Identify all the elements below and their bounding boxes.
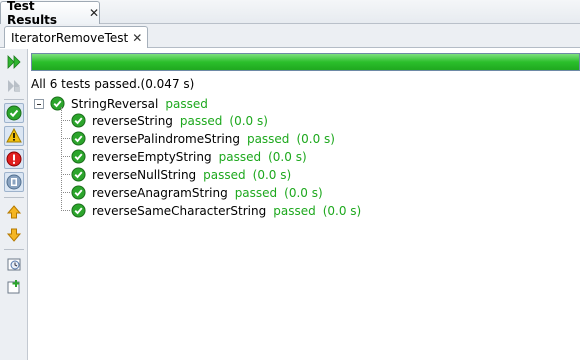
- test-time: (0.0 s): [296, 131, 335, 146]
- summary-text: All 6 tests passed.(0.047 s): [31, 77, 195, 91]
- history-icon[interactable]: [4, 254, 24, 274]
- test-name: reverseString: [92, 113, 173, 128]
- test-status: passed: [246, 131, 290, 146]
- test-name: reverseSameCharacterString: [92, 203, 267, 218]
- progress-fill: [32, 54, 579, 70]
- passed-check-icon: [71, 203, 86, 218]
- passed-check-icon: [71, 167, 86, 182]
- test-time: (0.0 s): [284, 185, 323, 200]
- tree-line: [61, 138, 70, 139]
- rerun-icon[interactable]: [4, 52, 24, 72]
- rerun-failed-icon[interactable]: [4, 76, 24, 96]
- tab-iterator-remove-test[interactable]: IteratorRemoveTest ✕: [4, 26, 148, 48]
- test-status: passed: [218, 149, 262, 164]
- test-status: passed: [203, 167, 246, 182]
- test-row[interactable]: reverseAnagramString passed (0.0 s): [71, 184, 323, 201]
- show-warnings-icon[interactable]: [4, 126, 24, 146]
- test-row[interactable]: reverseNullString passed (0.0 s): [71, 166, 291, 183]
- close-icon[interactable]: ✕: [132, 31, 142, 45]
- test-name: reverseNullString: [92, 167, 197, 182]
- test-time: (0.0 s): [229, 113, 268, 128]
- test-status: passed: [179, 113, 223, 128]
- results-tab-bar: IteratorRemoveTest ✕: [0, 24, 580, 48]
- tab-test-results[interactable]: Test Results ✕: [0, 0, 100, 27]
- test-name: reverseEmptyString: [92, 149, 212, 164]
- suite-status: passed: [165, 96, 208, 111]
- close-icon[interactable]: ✕: [89, 6, 99, 20]
- test-time: (0.0 s): [268, 149, 307, 164]
- tree-line: [61, 192, 70, 193]
- new-test-icon[interactable]: [4, 277, 24, 297]
- show-passed-icon[interactable]: [4, 103, 24, 123]
- passed-check-icon: [50, 96, 65, 111]
- previous-failure-icon[interactable]: [4, 202, 24, 222]
- window-tab-bar: Test Results ✕: [0, 0, 580, 27]
- passed-check-icon: [71, 131, 86, 146]
- tree-line: [61, 210, 70, 211]
- tree-line: [61, 174, 70, 175]
- results-panel: All 6 tests passed.(0.047 s) StringRever…: [29, 49, 580, 360]
- tab-test-results-label: Test Results: [7, 0, 58, 27]
- test-name: reversePalindromeString: [92, 131, 240, 146]
- tree-line: [61, 120, 70, 121]
- passed-check-icon: [71, 185, 86, 200]
- show-errors-icon[interactable]: [4, 149, 24, 169]
- tree-line: [61, 107, 62, 211]
- passed-check-icon: [71, 149, 86, 164]
- show-ignored-icon[interactable]: [4, 172, 24, 192]
- tab-iterator-remove-test-label: IteratorRemoveTest: [11, 30, 129, 45]
- test-toolbar: [0, 49, 28, 360]
- passed-check-icon: [71, 113, 86, 128]
- suite-name: StringReversal: [71, 96, 159, 111]
- next-failure-icon[interactable]: [4, 225, 24, 245]
- test-name: reverseAnagramString: [92, 185, 228, 200]
- test-row[interactable]: reverseSameCharacterString passed (0.0 s): [71, 202, 361, 219]
- test-status: passed: [273, 203, 316, 218]
- test-row[interactable]: reversePalindromeString passed (0.0 s): [71, 130, 335, 147]
- progress-bar: [31, 53, 580, 71]
- test-row[interactable]: reverseEmptyString passed (0.0 s): [71, 148, 307, 165]
- tree-line: [61, 156, 70, 157]
- collapse-icon[interactable]: [34, 98, 44, 109]
- test-time: (0.0 s): [252, 167, 292, 182]
- test-time: (0.0 s): [322, 203, 362, 218]
- test-row[interactable]: reverseString passed (0.0 s): [71, 112, 268, 129]
- test-status: passed: [234, 185, 278, 200]
